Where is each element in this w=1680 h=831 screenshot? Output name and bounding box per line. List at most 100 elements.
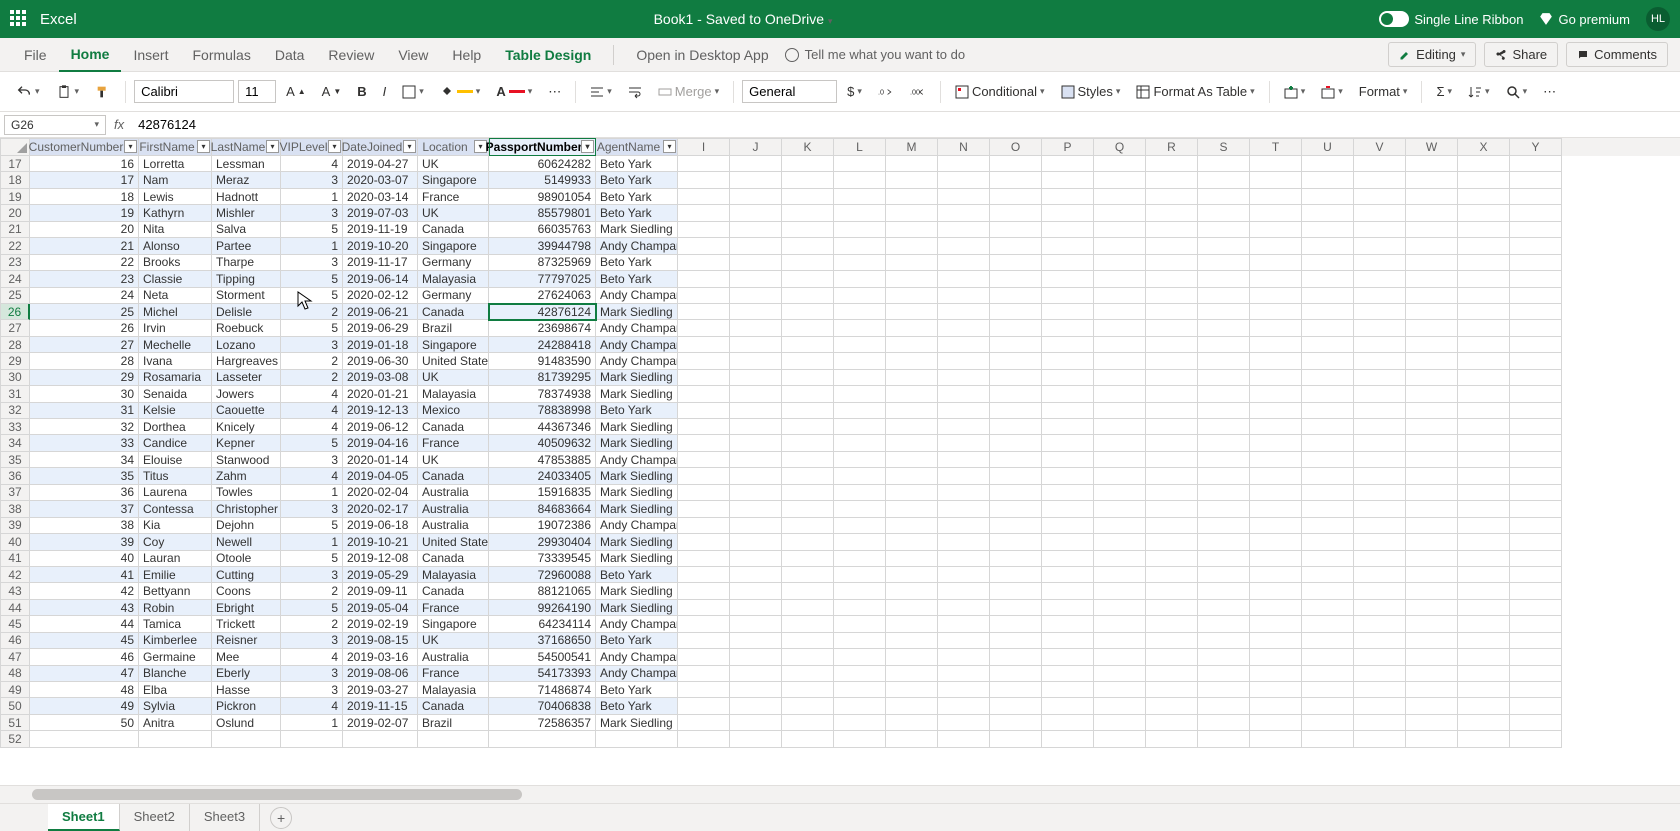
cell[interactable] [834, 551, 886, 567]
cell[interactable] [1458, 320, 1510, 336]
cell[interactable]: 2019-02-07 [343, 715, 418, 731]
cell[interactable]: 81739295 [489, 370, 596, 386]
cell[interactable]: 66035763 [489, 222, 596, 238]
cell[interactable]: 2019-04-27 [343, 156, 418, 172]
go-premium-button[interactable]: Go premium [1539, 12, 1630, 27]
cell[interactable]: 2019-03-08 [343, 370, 418, 386]
row-header[interactable]: 36 [0, 468, 30, 484]
cell[interactable] [1510, 205, 1562, 221]
cell[interactable] [938, 320, 990, 336]
cell[interactable] [1250, 600, 1302, 616]
cell[interactable] [1042, 288, 1094, 304]
cell[interactable] [678, 386, 730, 402]
format-painter-button[interactable] [89, 80, 117, 104]
cell[interactable]: Andy Champan [596, 518, 678, 534]
cell[interactable] [1094, 222, 1146, 238]
cell[interactable] [678, 731, 730, 747]
cell[interactable] [1198, 403, 1250, 419]
cell[interactable] [782, 222, 834, 238]
row-header[interactable]: 21 [0, 222, 30, 238]
row-header[interactable]: 29 [0, 353, 30, 369]
cell[interactable]: Hasse [212, 682, 281, 698]
cell[interactable] [886, 205, 938, 221]
cell[interactable] [1146, 255, 1198, 271]
cell[interactable] [678, 649, 730, 665]
cell[interactable]: Mark Siedling [596, 419, 678, 435]
cell[interactable]: 24 [30, 288, 139, 304]
cell[interactable] [1510, 271, 1562, 287]
cell[interactable]: 42876124 [489, 304, 596, 320]
cell[interactable]: Mark Siedling [596, 501, 678, 517]
cell[interactable]: Ebright [212, 600, 281, 616]
column-header-O[interactable]: O [990, 138, 1042, 156]
cell[interactable]: 3 [281, 666, 343, 682]
cell[interactable] [782, 172, 834, 188]
cell[interactable]: 25 [30, 304, 139, 320]
column-header-P[interactable]: P [1042, 138, 1094, 156]
spreadsheet-grid[interactable]: CustomerNumber▾FirstName▾LastName▾VIPLev… [0, 138, 1680, 785]
cell[interactable] [1198, 255, 1250, 271]
cell[interactable] [938, 567, 990, 583]
cell[interactable]: Blanche [139, 666, 212, 682]
cell[interactable] [938, 583, 990, 599]
cell[interactable] [1250, 255, 1302, 271]
cell[interactable]: Titus [139, 468, 212, 484]
cell[interactable]: Malayasia [418, 682, 489, 698]
cell[interactable]: Lozano [212, 337, 281, 353]
cell[interactable]: 2019-01-18 [343, 337, 418, 353]
cell[interactable] [1510, 551, 1562, 567]
cell[interactable] [730, 698, 782, 714]
cell[interactable]: Mark Siedling [596, 715, 678, 731]
row-header[interactable]: 52 [0, 731, 30, 747]
cell[interactable]: 5 [281, 222, 343, 238]
cell[interactable] [1146, 189, 1198, 205]
cell[interactable] [1302, 666, 1354, 682]
cell[interactable] [1510, 288, 1562, 304]
cell[interactable] [1458, 633, 1510, 649]
cell[interactable] [938, 501, 990, 517]
cell[interactable] [1094, 337, 1146, 353]
cell[interactable]: 45 [30, 633, 139, 649]
cell[interactable] [30, 731, 139, 747]
cell[interactable] [1354, 255, 1406, 271]
cell[interactable]: 2019-08-15 [343, 633, 418, 649]
cell[interactable]: 31 [30, 403, 139, 419]
row-header[interactable]: 51 [0, 715, 30, 731]
cell[interactable] [1094, 485, 1146, 501]
cell[interactable]: Lewis [139, 189, 212, 205]
column-header-S[interactable]: S [1198, 138, 1250, 156]
cell[interactable] [834, 156, 886, 172]
cell[interactable]: Mark Siedling [596, 386, 678, 402]
cell[interactable] [834, 600, 886, 616]
cell[interactable] [782, 386, 834, 402]
cell[interactable] [1406, 534, 1458, 550]
cell[interactable] [1146, 452, 1198, 468]
row-header[interactable]: 48 [0, 666, 30, 682]
cell[interactable] [678, 534, 730, 550]
cell[interactable]: Dejohn [212, 518, 281, 534]
row-header[interactable]: 24 [0, 271, 30, 287]
cell[interactable] [1042, 501, 1094, 517]
cell[interactable] [1510, 156, 1562, 172]
cell[interactable] [730, 386, 782, 402]
cell[interactable] [886, 189, 938, 205]
cell[interactable] [938, 534, 990, 550]
cell[interactable] [782, 485, 834, 501]
borders-button[interactable]: ▾ [396, 81, 430, 103]
column-header-W[interactable]: W [1406, 138, 1458, 156]
cell[interactable] [1458, 666, 1510, 682]
cell[interactable]: Coons [212, 583, 281, 599]
cell[interactable]: Classie [139, 271, 212, 287]
autosum-button[interactable]: Σ▾ [1430, 80, 1458, 103]
cell[interactable] [678, 682, 730, 698]
cell[interactable] [730, 403, 782, 419]
cell[interactable] [834, 419, 886, 435]
cell[interactable] [1250, 567, 1302, 583]
cell[interactable] [730, 271, 782, 287]
cell[interactable] [1146, 715, 1198, 731]
cell[interactable]: Candice [139, 435, 212, 451]
cell[interactable]: Meraz [212, 172, 281, 188]
cell[interactable]: 34 [30, 452, 139, 468]
cell[interactable]: Andy Champan [596, 649, 678, 665]
cell[interactable] [1250, 271, 1302, 287]
